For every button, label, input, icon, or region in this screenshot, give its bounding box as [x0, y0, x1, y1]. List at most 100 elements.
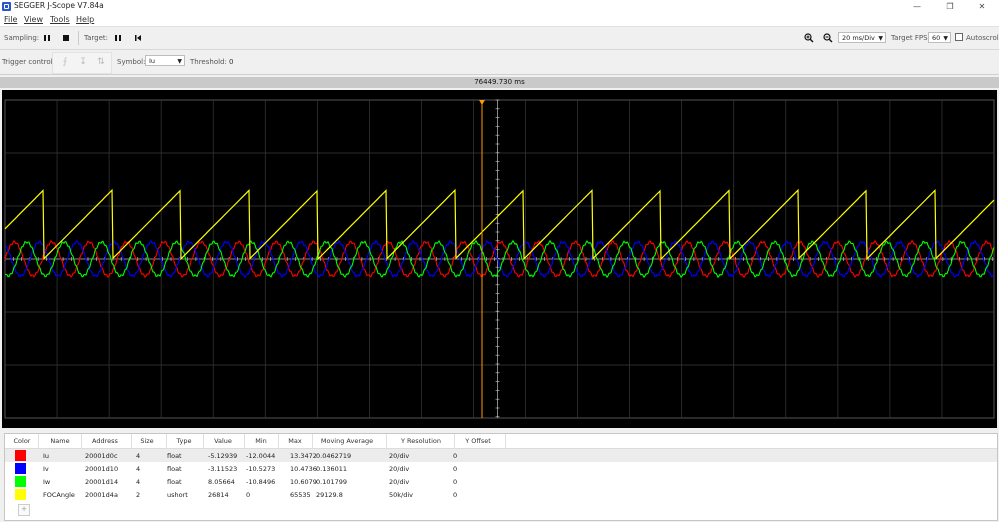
cell-size: 4 [136, 478, 141, 486]
cell-name: Iu [43, 452, 50, 460]
header-min: Min [255, 437, 267, 445]
symbol-label: Symbol: [117, 58, 146, 66]
cell-value: 26814 [208, 491, 229, 499]
toolbar: Sampling: Target: 20 ms/Div ▼ Target FPS… [0, 27, 999, 50]
toolbar-divider [78, 31, 79, 45]
fps-label: Target FPS: [891, 34, 930, 42]
cell-size: 4 [136, 465, 141, 473]
autoscroll-checkbox[interactable] [955, 33, 963, 41]
sampling-stop-icon[interactable] [61, 32, 71, 43]
cell-yoff: 0 [453, 465, 458, 473]
threshold-label: Threshold: [190, 58, 227, 66]
time-readout: 76449.730 ms [474, 78, 525, 86]
target-reset-icon[interactable] [133, 32, 143, 43]
target-label: Target: [84, 34, 109, 42]
cell-value: 8.05664 [208, 478, 235, 486]
sampling-pause-icon[interactable] [42, 32, 52, 43]
zoom-out-icon[interactable] [823, 32, 833, 43]
trigger-rising-icon[interactable]: ⨍ [58, 55, 72, 69]
color-swatch[interactable] [15, 476, 26, 487]
minimize-button[interactable]: — [907, 1, 927, 12]
target-pause-icon[interactable] [113, 32, 123, 43]
menu-bar: File View Tools Help [0, 13, 999, 27]
table-row[interactable]: Iv 20001d10 4 float -3.11523 -10.5273 10.4736 0… [5, 462, 997, 475]
threshold-value[interactable]: 0 [229, 58, 233, 66]
trigger-bar: Trigger control: ⨍ ↧ ⇅ Symbol: Iu ▼ Thre… [0, 50, 999, 75]
zoom-in-icon[interactable] [804, 32, 814, 43]
cell-type: ushort [167, 491, 188, 499]
chevron-down-icon: ▼ [943, 35, 948, 42]
app-logo-icon [2, 2, 11, 11]
header-moving-average: Moving Average [320, 437, 374, 445]
symbol-select[interactable]: Iu ▼ [145, 55, 185, 66]
cell-address: 20001d10 [85, 465, 119, 473]
scope-display[interactable] [2, 90, 997, 428]
cell-yres: 20/div [389, 465, 410, 473]
restore-button[interactable]: ❐ [940, 1, 960, 12]
cell-address: 20001d0c [85, 452, 118, 460]
cell-max: 13.3472 [290, 452, 317, 460]
fps-select[interactable]: 60 ▼ [928, 32, 951, 43]
table-row[interactable]: Iu 20001d0c 4 float -5.12939 -12.0044 13.3472 0… [5, 449, 997, 462]
time-div-select[interactable]: 20 ms/Div ▼ [838, 32, 886, 43]
header-y-resolution: Y Resolution [401, 437, 441, 445]
sampling-label: Sampling: [4, 34, 40, 42]
add-channel-button[interactable]: + [18, 504, 30, 516]
channel-table: Color Name Address Size Type Value Min M… [4, 433, 998, 521]
header-size: Size [140, 437, 154, 445]
header-type: Type [176, 437, 192, 445]
time-div-value: 20 ms/Div [842, 34, 875, 42]
chevron-down-icon: ▼ [177, 58, 182, 65]
close-button[interactable]: ✕ [972, 1, 992, 12]
cursor-marker-icon [479, 100, 485, 105]
cell-avg: 0.0462719 [316, 452, 352, 460]
cell-type: float [167, 478, 182, 486]
header-y-offset: Y Offset [465, 437, 491, 445]
cell-value: -3.11523 [208, 465, 238, 473]
fps-value: 60 [932, 34, 941, 42]
cell-avg: 0.101799 [316, 478, 348, 486]
table-row[interactable]: FOCAngle 20001d4a 2 ushort 26814 0 65535 29129.… [5, 488, 997, 501]
trigger-control-label: Trigger control: [2, 58, 55, 66]
cell-yres: 20/div [389, 478, 410, 486]
trigger-mode-group: ⨍ ↧ ⇅ [52, 52, 112, 74]
cell-yoff: 0 [453, 491, 458, 499]
cell-avg: 29129.8 [316, 491, 343, 499]
cell-name: Iv [43, 465, 49, 473]
trigger-falling-icon[interactable]: ↧ [76, 55, 90, 69]
cell-min: -10.8496 [246, 478, 276, 486]
cell-yoff: 0 [453, 478, 458, 486]
scope-plot [4, 99, 995, 419]
trace-focangle [4, 188, 995, 261]
cell-avg: 0.136011 [316, 465, 348, 473]
chevron-down-icon: ▼ [878, 35, 883, 42]
trigger-both-icon[interactable]: ⇅ [94, 55, 108, 69]
time-readout-bar: 76449.730 ms [0, 77, 999, 88]
cell-yres: 50k/div [389, 491, 414, 499]
header-address: Address [92, 437, 118, 445]
menu-help[interactable]: Help [76, 15, 94, 24]
cell-type: float [167, 452, 182, 460]
cell-value: -5.12939 [208, 452, 238, 460]
cell-size: 2 [136, 491, 141, 499]
cell-max: 10.4736 [290, 465, 317, 473]
header-max: Max [288, 437, 302, 445]
autoscroll-label: Autoscroll [966, 34, 999, 42]
menu-view[interactable]: View [24, 15, 43, 24]
cell-min: -10.5273 [246, 465, 276, 473]
cell-yres: 20/div [389, 452, 410, 460]
cell-max: 65535 [290, 491, 311, 499]
cell-address: 20001d4a [85, 491, 118, 499]
cell-min: 0 [246, 491, 251, 499]
color-swatch[interactable] [15, 450, 26, 461]
menu-file[interactable]: File [4, 15, 17, 24]
table-header: Color Name Address Size Type Value Min M… [5, 434, 997, 449]
cell-size: 4 [136, 452, 141, 460]
menu-tools[interactable]: Tools [50, 15, 70, 24]
cell-max: 10.6079 [290, 478, 317, 486]
table-row[interactable]: Iw 20001d14 4 float 8.05664 -10.8496 10.6079 0.… [5, 475, 997, 488]
color-swatch[interactable] [15, 463, 26, 474]
cell-type: float [167, 465, 182, 473]
color-swatch[interactable] [15, 489, 26, 500]
header-color: Color [13, 437, 31, 445]
